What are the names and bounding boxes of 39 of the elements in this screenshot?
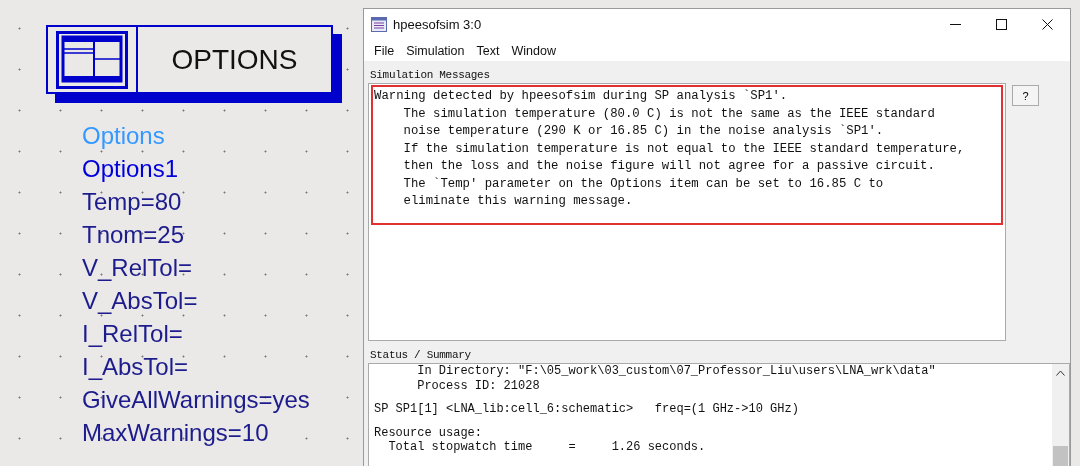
- status-line: Total stopwatch time = 1.26 seconds.: [387, 440, 707, 455]
- parameter-text: I_RelTol=: [82, 319, 184, 349]
- app-icon: [371, 17, 387, 32]
- message-line: then the loss and the noise figure will not agree for a passive circuit.: [402, 158, 936, 175]
- parameter-text: I_AbsTol=: [82, 352, 190, 382]
- close-icon: [1041, 19, 1053, 30]
- status-line: In Directory: "F:\05_work\03_custom\07_Professor_Liu\users\LNA_wrk\data": [416, 364, 937, 379]
- component-title: OPTIONS: [170, 42, 299, 77]
- message-line: noise temperature (290 K or 16.85 C) in the noise analysis `SP1'.: [402, 123, 885, 140]
- menu-item[interactable]: Simulation: [400, 43, 471, 58]
- parameter-text: Options: [82, 121, 166, 151]
- message-line: The simulation temperature (80.0 C) is not the same as the IEEE standard: [402, 105, 936, 123]
- section-label: Simulation Messages: [369, 68, 491, 83]
- status-line: SP SP1[1] <LNA_lib:cell_6:schematic> freq=(1 GHz->10 GHz): [373, 402, 800, 417]
- message-line: The `Temp' parameter on the Options item can be set to 16.85 C to: [402, 175, 885, 193]
- menu-item[interactable]: Text: [470, 43, 506, 58]
- menu-item[interactable]: Window: [505, 43, 562, 58]
- maximize-icon: [995, 19, 1007, 30]
- parameter-text: MaxWarnings=10: [82, 418, 270, 448]
- message-line: Warning detected by hpeesofsim during SP analysis `SP1'.: [373, 88, 789, 105]
- parameter-text: V_RelTol=: [82, 253, 194, 283]
- parameter-text: Tnom=25: [82, 220, 186, 250]
- parameter-text: V_AbsTol=: [82, 286, 199, 316]
- scroll-bar[interactable]: [1052, 364, 1069, 466]
- status-line: Process ID: 21028: [416, 378, 541, 393]
- help-button[interactable]: ?: [1012, 85, 1039, 106]
- scroll-up-icon: [1056, 370, 1065, 376]
- message-line: eliminate this warning message.: [402, 193, 634, 210]
- panel-icon: [56, 30, 128, 89]
- parameter-text: Options1: [82, 154, 180, 184]
- window-title: hpeesofsim 3:0: [393, 17, 483, 32]
- parameter-text: GiveAllWarnings=yes: [82, 385, 311, 415]
- minimize-icon: [949, 24, 961, 25]
- parameter-text: Temp=80: [82, 187, 183, 217]
- status-line: Resource usage:: [373, 425, 484, 440]
- section-label: Status / Summary: [369, 348, 472, 363]
- scroll-thumb[interactable]: [1053, 446, 1068, 466]
- message-line: If the simulation temperature is not equal to the IEEE standard temperature,: [402, 140, 966, 158]
- menu-item[interactable]: File: [368, 43, 401, 58]
